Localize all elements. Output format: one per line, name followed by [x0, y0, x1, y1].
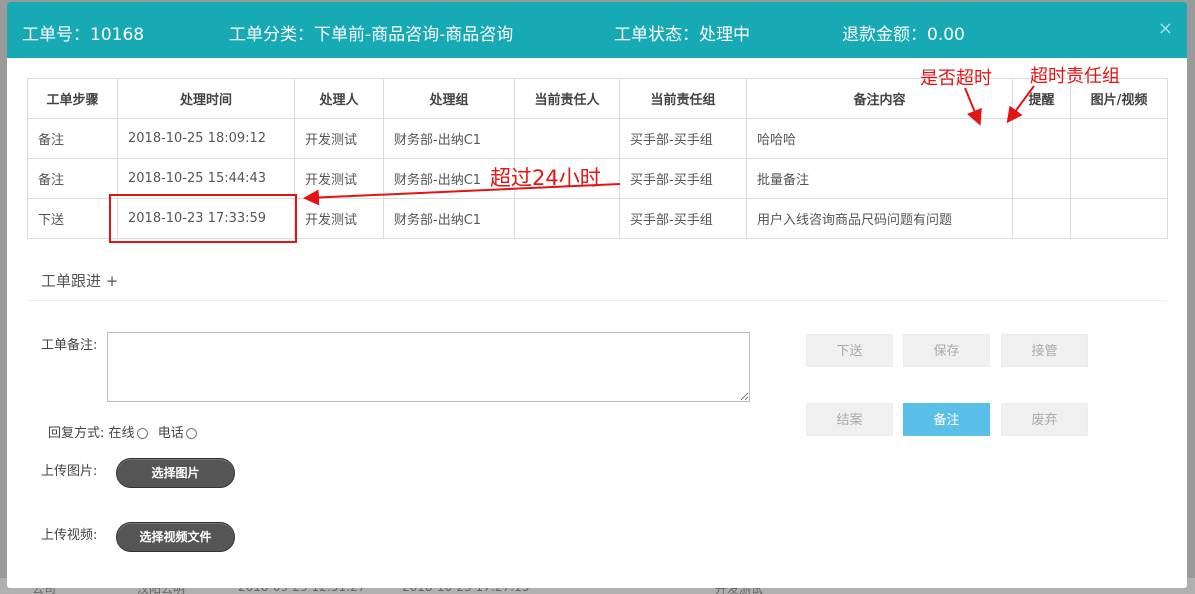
reply-option-phone: 电话 — [157, 426, 184, 441]
reply-method: 回复方式: 在线 电话 — [48, 422, 197, 441]
cell-note: 批量备注 — [746, 158, 1013, 199]
annotation-timeout: 是否超时 — [920, 68, 992, 89]
cell-owner-group: 买手部-买手组 — [619, 118, 747, 159]
close-icon[interactable]: × — [1158, 18, 1173, 39]
work-order-modal: 工单号：10168 工单分类：下单前-商品咨询-商品咨询 工单状态：处理中 退款… — [7, 2, 1187, 588]
remark-button[interactable]: 备注 — [903, 403, 990, 436]
send-button[interactable]: 下送 — [806, 334, 893, 367]
cell-owner-group: 买手部-买手组 — [619, 158, 747, 199]
col-header: 工单步骤 — [27, 78, 118, 119]
follow-up-toggle[interactable]: 工单跟进 + — [41, 270, 118, 291]
cell-time: 2018-10-25 15:44:43 — [117, 158, 295, 199]
table-header-row: 工单步骤 处理时间 处理人 处理组 当前责任人 当前责任组 备注内容 提醒 图片… — [27, 78, 1168, 119]
close-case-button[interactable]: 结案 — [806, 403, 893, 436]
discard-button[interactable]: 废弃 — [1001, 403, 1088, 436]
cell-step: 备注 — [27, 118, 118, 159]
save-button[interactable]: 保存 — [903, 334, 990, 367]
cell-remind — [1012, 158, 1071, 199]
remark-label: 工单备注: — [41, 338, 98, 353]
cell-media — [1070, 198, 1168, 239]
annotation-over-24h: 超过24小时 — [490, 166, 601, 190]
cell-media — [1070, 158, 1168, 199]
cell-remind — [1012, 118, 1071, 159]
modal-header: 工单号：10168 工单分类：下单前-商品咨询-商品咨询 工单状态：处理中 退款… — [7, 2, 1187, 58]
cell-person: 开发测试 — [294, 158, 384, 199]
cell-person: 开发测试 — [294, 118, 384, 159]
cell-owner-group: 买手部-买手组 — [619, 198, 747, 239]
cell-time: 2018-10-25 18:09:12 — [117, 118, 295, 159]
choose-video-button[interactable]: 选择视频文件 — [116, 522, 235, 552]
col-header: 处理时间 — [117, 78, 295, 119]
table-row: 备注 2018-10-25 18:09:12 开发测试 财务部-出纳C1 买手部… — [27, 118, 1168, 159]
upload-video-label: 上传视频: — [41, 528, 98, 543]
cell-note: 用户入线咨询商品尺码问题有问题 — [746, 198, 1013, 239]
reply-label: 回复方式: — [48, 426, 105, 441]
cell-note: 哈哈哈 — [746, 118, 1013, 159]
phone-radio[interactable] — [185, 428, 197, 439]
refund-amount: 退款金额：0.00 — [842, 25, 965, 45]
divider — [27, 300, 1167, 301]
annotation-timeout-group: 超时责任组 — [1030, 66, 1120, 87]
order-number: 工单号：10168 — [22, 25, 145, 45]
highlight-box — [109, 194, 297, 243]
cell-step: 备注 — [27, 158, 118, 199]
remark-textarea[interactable] — [107, 332, 750, 402]
cell-remind — [1012, 198, 1071, 239]
cell-owner — [514, 198, 620, 239]
order-status: 工单状态：处理中 — [614, 25, 750, 45]
cell-owner — [514, 118, 620, 159]
cell-group: 财务部-出纳C1 — [383, 118, 515, 159]
online-radio[interactable] — [136, 428, 148, 439]
order-category: 工单分类：下单前-商品咨询-商品咨询 — [229, 25, 514, 45]
choose-image-button[interactable]: 选择图片 — [116, 458, 235, 488]
takeover-button[interactable]: 接管 — [1001, 334, 1088, 367]
reply-option-online: 在线 — [108, 426, 135, 441]
cell-person: 开发测试 — [294, 198, 384, 239]
col-header: 当前责任人 — [514, 78, 620, 119]
upload-image-label: 上传图片: — [41, 464, 98, 479]
cell-step: 下送 — [27, 198, 118, 239]
col-header: 处理人 — [294, 78, 384, 119]
col-header: 当前责任组 — [619, 78, 747, 119]
col-header: 处理组 — [383, 78, 515, 119]
cell-group: 财务部-出纳C1 — [383, 198, 515, 239]
cell-media — [1070, 118, 1168, 159]
